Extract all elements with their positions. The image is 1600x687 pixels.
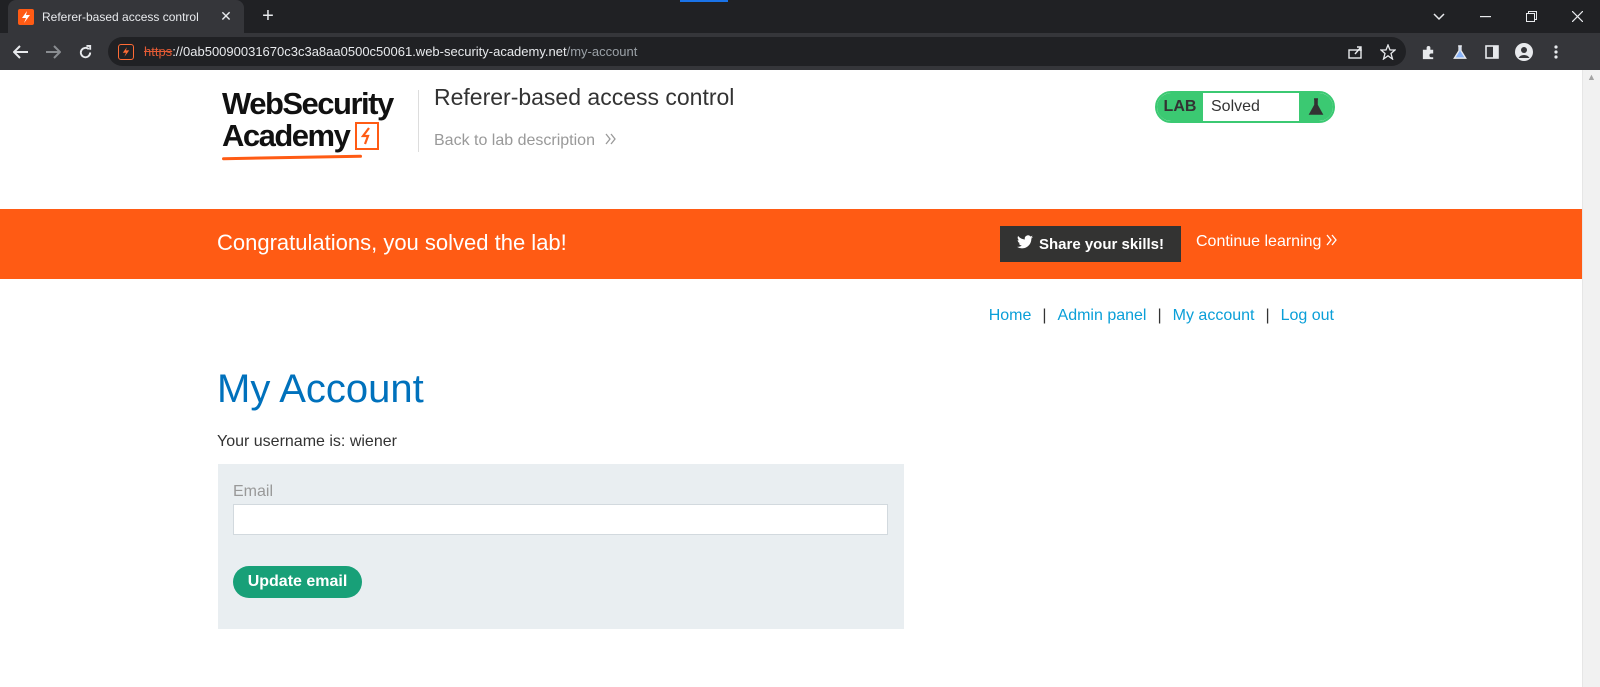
address-bar[interactable]: https://0ab50090031670c3c3a8aa0500c50061… [108, 37, 1406, 66]
share-skills-button[interactable]: Share your skills! [1000, 226, 1181, 262]
profile-avatar-icon[interactable] [1511, 39, 1537, 65]
page-heading: My Account [217, 367, 424, 411]
username-text: Your username is: wiener [217, 433, 397, 450]
tab-title: Referer-based access control [42, 9, 199, 24]
new-tab-button[interactable]: + [256, 5, 280, 29]
restore-icon[interactable] [1508, 0, 1554, 33]
banner-message: Congratulations, you solved the lab! [217, 230, 567, 255]
browser-tab-bar: Referer-based access control ✕ + [0, 0, 1600, 33]
back-to-lab-description-link[interactable]: Back to lab description [434, 132, 617, 150]
back-link-label: Back to lab description [434, 132, 595, 149]
solved-banner: Congratulations, you solved the lab! Sha… [0, 209, 1582, 279]
double-chevron-right-icon [605, 132, 617, 149]
logo-line2: Academy [222, 118, 351, 153]
logo-underline [221, 154, 363, 161]
share-skills-label: Share your skills! [1038, 235, 1165, 253]
vertical-scrollbar[interactable]: ▲ [1582, 70, 1600, 687]
lab-favicon-icon [18, 8, 34, 25]
reload-icon[interactable] [72, 39, 98, 65]
url-scheme: https [144, 44, 173, 59]
nav-my-account-link[interactable]: My account [1173, 307, 1255, 325]
email-label: Email [233, 483, 274, 500]
update-email-button[interactable]: Update email [233, 566, 362, 598]
lab-flask-extension-icon[interactable] [1447, 39, 1473, 65]
forward-arrow-icon[interactable] [40, 39, 66, 65]
tab-search-icon[interactable] [1416, 0, 1462, 33]
top-navigation: Home | Admin panel | My account | Log ou… [989, 307, 1334, 325]
close-window-icon[interactable] [1554, 0, 1600, 33]
minimize-icon[interactable] [1462, 0, 1508, 33]
continue-chevron-icon [1326, 233, 1338, 250]
logo-bolt-icon [355, 122, 380, 150]
logo-line1: WebSecurity [222, 86, 394, 121]
share-page-icon[interactable] [1346, 42, 1366, 62]
browser-toolbar: https://0ab50090031670c3c3a8aa0500c50061… [0, 33, 1600, 70]
url-text: https://0ab50090031670c3c3a8aa0500c50061… [144, 44, 637, 59]
nav-separator: | [1042, 307, 1047, 324]
continue-learning-link[interactable]: Continue learning [1196, 233, 1338, 251]
change-email-form: Email Update email [218, 464, 904, 629]
tab-close-icon[interactable]: ✕ [218, 8, 234, 25]
continue-learning-label: Continue learning [1196, 233, 1322, 250]
back-arrow-icon[interactable] [8, 39, 34, 65]
url-host: ://0ab50090031670c3c3a8aa0500c50061.web-… [172, 44, 567, 59]
nav-home-link[interactable]: Home [989, 307, 1032, 325]
tab-strip-accent [680, 0, 728, 2]
url-path: /my-account [566, 44, 638, 59]
window-controls [1416, 0, 1600, 33]
menu-kebab-icon[interactable] [1543, 39, 1569, 65]
lab-status-widget: LAB Solved [1155, 91, 1335, 123]
lab-state: Solved [1203, 93, 1299, 121]
bookmark-star-icon[interactable] [1378, 42, 1398, 62]
side-panel-icon[interactable] [1479, 39, 1505, 65]
lab-badge: LAB [1157, 93, 1203, 121]
logo-line2-wrapper: Academy [222, 120, 422, 152]
nav-separator: | [1265, 307, 1270, 324]
nav-separator: | [1157, 307, 1162, 324]
scroll-up-arrow-icon[interactable]: ▲ [1587, 72, 1596, 82]
address-bar-actions [1346, 37, 1398, 66]
email-input[interactable] [233, 504, 888, 535]
web-security-academy-logo[interactable]: WebSecurity Academy [221, 86, 422, 161]
nav-admin-panel-link[interactable]: Admin panel [1058, 307, 1147, 325]
extensions-puzzle-icon[interactable] [1415, 39, 1441, 65]
lab-title: Referer-based access control [434, 84, 735, 110]
site-info-icon[interactable] [118, 43, 134, 60]
twitter-bird-icon [1016, 235, 1033, 253]
header-divider [418, 90, 419, 152]
nav-log-out-link[interactable]: Log out [1281, 307, 1334, 325]
flask-icon [1299, 93, 1333, 121]
extension-icons [1415, 39, 1569, 65]
browser-tab[interactable]: Referer-based access control ✕ [8, 0, 244, 33]
page-content: WebSecurity Academy Referer-based access… [0, 70, 1582, 687]
